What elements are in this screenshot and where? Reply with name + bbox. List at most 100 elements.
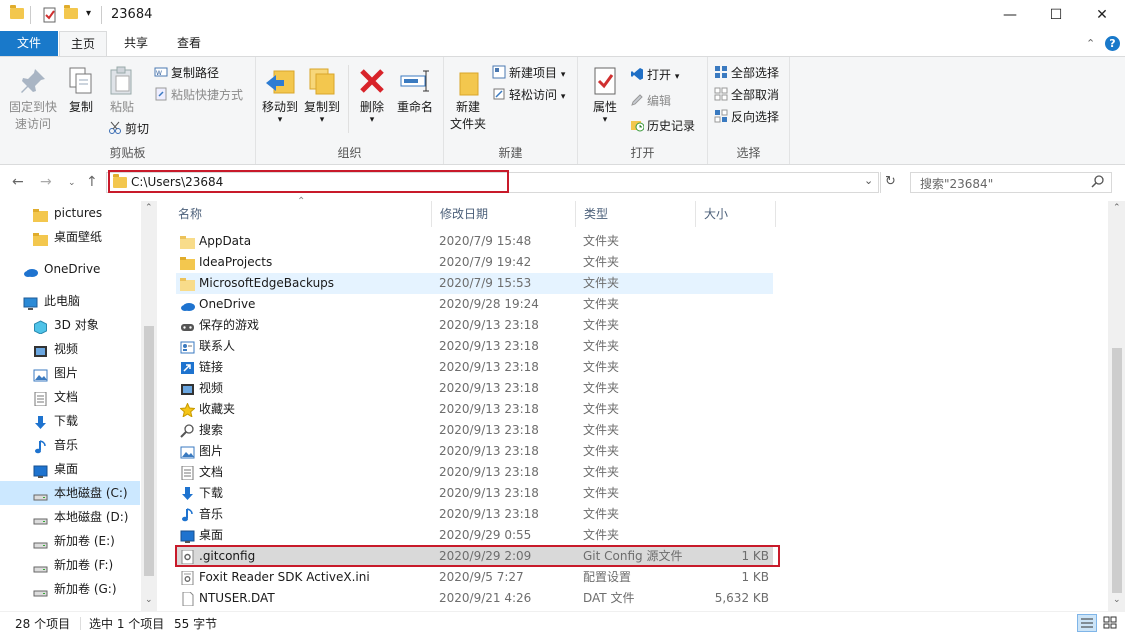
file-type: 文件夹 [583,234,620,248]
file-scroll-thumb[interactable] [1112,348,1122,593]
file-row[interactable]: 图片 2020/9/13 23:18 文件夹 [176,441,773,462]
select-group-label: 选择 [736,146,761,160]
new-folder-quick-icon[interactable] [64,5,80,23]
new-folder-icon [452,65,484,97]
picture-icon [33,366,48,382]
nav-item[interactable]: 此电脑 [0,289,140,313]
file-name: IdeaProjects [199,255,273,269]
minimize-ribbon-icon[interactable]: ⌃ [1086,37,1095,50]
properties-quick-icon[interactable] [42,7,58,23]
contacts-icon [180,340,195,354]
details-view-icon[interactable] [1077,614,1097,632]
nav-item-label: 文档 [54,390,79,404]
scroll-up-icon[interactable]: ⌃ [145,203,153,213]
easy-access-button[interactable]: 轻松访问 ▾ [492,85,565,105]
nav-item[interactable]: 3D 对象 [0,313,140,337]
nav-item-label: 3D 对象 [54,318,99,332]
select-none-button[interactable]: 全部取消 [714,85,779,105]
open-button[interactable]: 打开 ▾ [630,65,679,85]
select-none-icon [714,87,728,101]
paste-button[interactable]: 粘贴 [104,65,140,116]
new-group-label: 新建 [498,146,523,160]
address-dropdown-icon[interactable]: ⌄ [864,174,873,187]
recent-locations-icon[interactable]: ⌄ [68,178,76,188]
file-list-scrollbar[interactable]: ⌃ ⌄ [1108,201,1125,611]
scroll-down-icon[interactable]: ⌄ [145,595,153,605]
nav-item[interactable]: OneDrive [0,257,140,281]
nav-item[interactable]: 新加卷 (G:) [0,577,140,601]
refresh-icon[interactable]: ↻ [885,174,896,189]
status-bar: 28 个项目 选中 1 个项目 55 字节 [0,611,1125,634]
tab-file[interactable]: 文件 [0,31,58,56]
history-button[interactable]: 历史记录 [630,116,695,136]
new-item-button[interactable]: 新建项目 ▾ [492,63,565,83]
file-row[interactable]: 联系人 2020/9/13 23:18 文件夹 [176,336,773,357]
file-row[interactable]: Foxit Reader SDK ActiveX.ini 2020/9/5 7:2… [176,567,773,588]
column-size[interactable]: 大小 [696,201,776,227]
nav-item[interactable]: 新加卷 (F:) [0,553,140,577]
file-row[interactable]: 文档 2020/9/13 23:18 文件夹 [176,462,773,483]
file-row[interactable]: OneDrive 2020/9/28 19:24 文件夹 [176,294,773,315]
nav-item[interactable]: 本地磁盘 (D:) [0,505,140,529]
delete-button[interactable]: 删除 ▾ [356,65,388,125]
nav-item[interactable]: 文档 [0,385,140,409]
column-type[interactable]: 类型 [576,201,696,227]
new-folder-button[interactable]: 新建 文件夹 [448,65,488,133]
move-to-button[interactable]: 移动到 ▾ [260,65,300,125]
nav-item[interactable]: 视频 [0,337,140,361]
close-button[interactable]: ✕ [1079,0,1125,31]
nav-item[interactable]: 新加卷 (E:) [0,529,140,553]
scroll-down-icon[interactable]: ⌄ [1113,595,1121,605]
file-row[interactable]: NTUSER.DAT 2020/9/21 4:26 DAT 文件 5,632 KB [176,588,773,609]
copy-to-button[interactable]: 复制到 ▾ [302,65,342,125]
scroll-up-icon[interactable]: ⌃ [1113,203,1121,213]
back-arrow-icon[interactable]: ← [12,174,24,190]
file-row[interactable]: AppData 2020/7/9 15:48 文件夹 [176,231,773,252]
edit-button[interactable]: 编辑 [630,91,671,111]
nav-item[interactable]: 图片 [0,361,140,385]
clipboard-group: 固定到快 速访问 复制 粘贴 W 复制路径 粘贴快捷方式 剪切 剪贴板 [0,57,256,164]
copy-button[interactable]: 复制 [64,65,98,116]
forward-arrow-icon[interactable]: → [40,174,52,190]
file-row[interactable]: IdeaProjects 2020/7/9 19:42 文件夹 [176,252,773,273]
file-row[interactable]: 音乐 2020/9/13 23:18 文件夹 [176,504,773,525]
maximize-button[interactable]: ☐ [1033,0,1079,31]
invert-selection-button[interactable]: 反向选择 [714,107,779,127]
nav-item[interactable]: pictures [0,201,140,225]
nav-item[interactable]: 音乐 [0,433,140,457]
file-row[interactable]: 链接 2020/9/13 23:18 文件夹 [176,357,773,378]
nav-scrollbar[interactable]: ⌃ ⌄ [141,201,157,611]
rename-button[interactable]: 重命名 [393,65,437,116]
file-row[interactable]: 下载 2020/9/13 23:18 文件夹 [176,483,773,504]
nav-item[interactable]: 下载 [0,409,140,433]
properties-button[interactable]: 属性 ▾ [586,65,624,125]
up-arrow-icon[interactable]: ↑ [86,174,98,190]
file-row[interactable]: 搜索 2020/9/13 23:18 文件夹 [176,420,773,441]
nav-item-label: 下载 [54,414,79,428]
nav-item-label: 新加卷 (E:) [54,534,115,548]
select-all-button[interactable]: 全部选择 [714,63,779,83]
large-icons-view-icon[interactable] [1101,614,1121,632]
nav-scroll-thumb[interactable] [144,326,154,576]
file-row[interactable]: MicrosoftEdgeBackups 2020/7/9 15:53 文件夹 [176,273,773,294]
help-icon[interactable]: ? [1105,36,1120,51]
tab-view[interactable]: 查看 [165,31,213,56]
file-row[interactable]: 保存的游戏 2020/9/13 23:18 文件夹 [176,315,773,336]
cut-button[interactable]: 剪切 [108,119,149,139]
file-type: DAT 文件 [583,591,635,605]
nav-item[interactable]: 桌面 [0,457,140,481]
copy-path-button[interactable]: W 复制路径 [154,63,219,83]
search-input[interactable]: 搜索"23684" [910,172,1112,193]
nav-item[interactable]: 桌面壁纸 [0,225,140,249]
column-date[interactable]: 修改日期 [432,201,576,227]
file-row[interactable]: 视频 2020/9/13 23:18 文件夹 [176,378,773,399]
paste-shortcut-button[interactable]: 粘贴快捷方式 [154,85,243,105]
file-row[interactable]: 桌面 2020/9/29 0:55 文件夹 [176,525,773,546]
minimize-button[interactable]: — [987,0,1033,31]
tab-share[interactable]: 共享 [112,31,160,56]
nav-item[interactable]: 本地磁盘 (C:) [0,481,140,505]
pin-quick-access-button[interactable]: 固定到快 速访问 [4,65,62,133]
customize-quick-access-icon[interactable]: ▾ [86,8,91,19]
file-row[interactable]: 收藏夹 2020/9/13 23:18 文件夹 [176,399,773,420]
tab-home[interactable]: 主页 [59,31,107,56]
